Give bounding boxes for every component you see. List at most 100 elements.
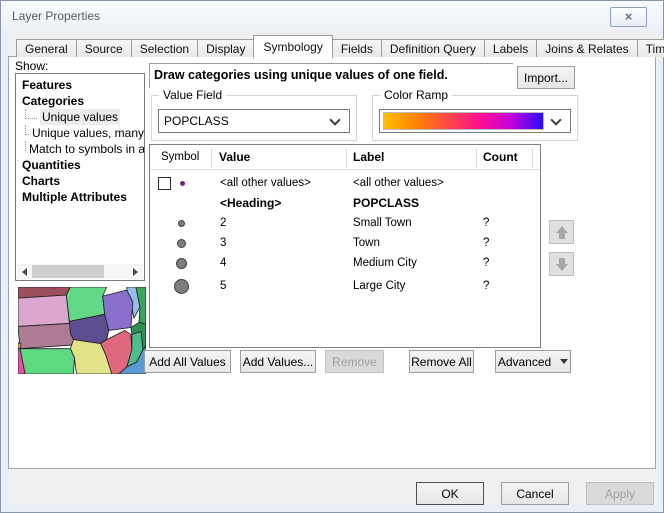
tab-source[interactable]: Source xyxy=(76,39,132,57)
remove-button[interactable]: Remove xyxy=(325,350,384,373)
label-cell: Small Town xyxy=(347,217,477,229)
table-row[interactable]: 3Town? xyxy=(150,233,540,253)
remove-all-button[interactable]: Remove All xyxy=(409,350,474,373)
table-row[interactable]: 4Medium City? xyxy=(150,253,540,273)
titlebar: Layer Properties xyxy=(1,1,663,31)
tab-symbology[interactable]: Symbology xyxy=(253,35,332,58)
value-cell: 2 xyxy=(212,217,347,229)
tab-labels[interactable]: Labels xyxy=(484,39,537,57)
point-symbol-icon xyxy=(177,239,186,248)
count-cell: ? xyxy=(477,237,533,249)
tab-fields[interactable]: Fields xyxy=(332,39,382,57)
tab-selection[interactable]: Selection xyxy=(131,39,198,57)
description-text: Draw categories using unique values of o… xyxy=(149,63,513,88)
point-symbol-icon xyxy=(176,258,187,269)
show-label: Show: xyxy=(15,59,48,73)
color-ramp-combo[interactable] xyxy=(379,109,571,133)
symbol-table: Symbol Value Label Count <all other valu… xyxy=(149,144,541,348)
tab-time[interactable]: Time xyxy=(637,39,664,57)
tab-bar: GeneralSourceSelectionDisplaySymbologyFi… xyxy=(16,34,664,57)
layer-properties-dialog: Layer Properties × GeneralSourceSelectio… xyxy=(0,0,664,513)
point-symbol-icon xyxy=(174,279,189,294)
scroll-right-icon[interactable] xyxy=(128,264,143,279)
point-symbol-icon xyxy=(180,181,185,186)
tab-definition-query[interactable]: Definition Query xyxy=(381,39,485,57)
all-other-values-checkbox[interactable] xyxy=(158,177,171,190)
ok-button[interactable]: OK xyxy=(416,482,484,505)
color-ramp-group: Color Ramp xyxy=(372,95,578,141)
count-cell: ? xyxy=(477,217,533,229)
symbol-cell[interactable] xyxy=(150,220,212,227)
table-row[interactable]: <Heading>POPCLASS xyxy=(150,193,540,213)
label-cell: Medium City xyxy=(347,257,477,269)
count-cell: ? xyxy=(477,280,533,292)
apply-button[interactable]: Apply xyxy=(586,482,654,505)
arrow-up-icon xyxy=(556,226,568,239)
value-cell: <all other values> xyxy=(212,177,347,189)
value-field-group: Value Field POPCLASS xyxy=(151,95,357,141)
symbology-tab-page: Show: FeaturesCategoriesUnique valuesUni… xyxy=(8,56,656,469)
chevron-down-icon xyxy=(329,114,340,125)
move-up-button[interactable] xyxy=(549,220,574,244)
symbol-cell[interactable] xyxy=(150,239,212,248)
scroll-left-icon[interactable] xyxy=(17,264,32,279)
show-tree-item-match-to-symbols-in-a[interactable]: Match to symbols in a xyxy=(16,141,144,157)
map-preview-state xyxy=(18,295,69,326)
map-preview-state xyxy=(18,343,21,349)
show-tree-item-features[interactable]: Features xyxy=(16,77,144,93)
label-cell: <all other values> xyxy=(347,177,477,189)
map-preview xyxy=(18,287,146,374)
show-tree-item-multiple-attributes[interactable]: Multiple Attributes xyxy=(16,189,144,205)
column-header-count[interactable]: Count xyxy=(477,148,533,167)
column-header-symbol[interactable]: Symbol xyxy=(150,148,212,167)
symbol-cell[interactable] xyxy=(150,279,212,294)
cancel-button[interactable]: Cancel xyxy=(501,482,569,505)
table-row[interactable]: <all other values><all other values> xyxy=(150,173,540,193)
dialog-body: GeneralSourceSelectionDisplaySymbologyFi… xyxy=(8,31,658,505)
label-cell: POPCLASS xyxy=(347,196,477,210)
tab-general[interactable]: General xyxy=(16,39,77,57)
dropdown-arrow-icon xyxy=(560,359,568,364)
tree-horizontal-scrollbar[interactable] xyxy=(17,264,143,279)
column-header-label[interactable]: Label xyxy=(347,148,477,167)
scrollbar-thumb[interactable] xyxy=(32,265,104,278)
table-row[interactable]: 2Small Town? xyxy=(150,213,540,233)
chevron-down-icon xyxy=(550,114,561,125)
label-cell: Town xyxy=(347,237,477,249)
show-tree-item-categories[interactable]: Categories xyxy=(16,93,144,109)
arrow-down-icon xyxy=(556,258,568,271)
value-field-combo[interactable]: POPCLASS xyxy=(158,109,350,133)
move-down-button[interactable] xyxy=(549,252,574,276)
add-values-button[interactable]: Add Values... xyxy=(240,350,316,373)
import-button[interactable]: Import... xyxy=(517,66,575,89)
symbol-cell[interactable] xyxy=(150,177,212,190)
window-title: Layer Properties xyxy=(12,9,100,23)
symbol-cell[interactable] xyxy=(150,258,212,269)
show-tree-item-unique-values-many[interactable]: Unique values, many xyxy=(16,125,144,141)
show-tree-item-quantities[interactable]: Quantities xyxy=(16,157,144,173)
add-all-values-button[interactable]: Add All Values xyxy=(144,350,231,373)
table-row[interactable]: 5Large City? xyxy=(150,273,540,299)
tab-joins-relates[interactable]: Joins & Relates xyxy=(536,39,637,57)
value-field-value: POPCLASS xyxy=(159,114,331,128)
symbol-table-header: Symbol Value Label Count xyxy=(150,145,540,170)
show-tree-item-unique-values[interactable]: Unique values xyxy=(16,109,144,125)
color-ramp-label: Color Ramp xyxy=(380,88,452,102)
advanced-button[interactable]: Advanced xyxy=(495,350,571,373)
map-preview-state xyxy=(18,323,76,348)
point-symbol-icon xyxy=(178,220,185,227)
value-cell: 3 xyxy=(212,237,347,249)
color-ramp-gradient xyxy=(383,112,544,130)
label-cell: Large City xyxy=(347,280,477,292)
footer-buttons: OK Cancel Apply xyxy=(416,482,654,505)
value-cell: 5 xyxy=(212,280,347,292)
close-icon[interactable]: × xyxy=(610,7,647,27)
tab-display[interactable]: Display xyxy=(197,39,254,57)
value-cell: <Heading> xyxy=(212,196,347,210)
show-tree: FeaturesCategoriesUnique valuesUnique va… xyxy=(15,73,145,281)
show-tree-item-charts[interactable]: Charts xyxy=(16,173,144,189)
value-cell: 4 xyxy=(212,257,347,269)
value-field-label: Value Field xyxy=(159,88,226,102)
column-header-value[interactable]: Value xyxy=(212,148,347,167)
count-cell: ? xyxy=(477,257,533,269)
